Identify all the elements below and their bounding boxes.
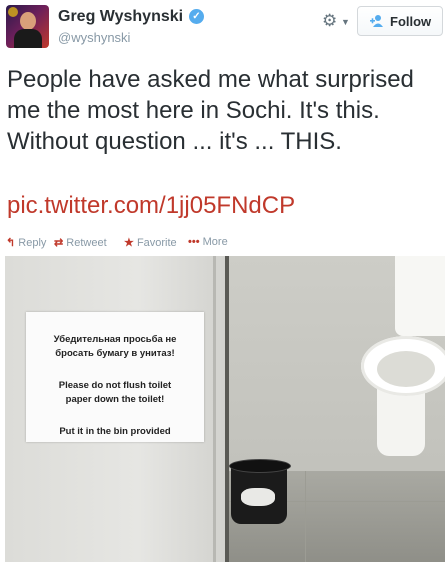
photo-bin-paper xyxy=(241,488,275,506)
chevron-down-icon: ▼ xyxy=(341,17,350,27)
photo-toilet-tank xyxy=(395,256,445,336)
reply-button[interactable]: ↰ Reply xyxy=(6,236,46,249)
floor-tile-line xyxy=(305,471,306,562)
star-icon: ★ xyxy=(124,237,134,249)
tweet-photo[interactable]: Убедительная просьба не бросать бумагу в… xyxy=(5,256,445,562)
retweet-label: Retweet xyxy=(66,237,107,249)
photo-sign: Убедительная просьба не бросать бумагу в… xyxy=(26,312,204,442)
favorite-label: Favorite xyxy=(136,237,177,249)
verified-icon: ✓ xyxy=(189,9,204,24)
sign-line-en-2: paper down the toilet! xyxy=(65,394,165,405)
sign-line-ru-2: бросать бумагу в унитаз! xyxy=(55,348,175,359)
ellipsis-icon: ••• xyxy=(188,236,200,248)
gear-icon: ⚙ xyxy=(322,11,338,30)
follow-label: Follow xyxy=(390,14,432,29)
photo-toilet-base xyxy=(377,386,425,456)
tweet-header: Greg Wyshynski ✓ @wyshynski ⚙ ▼ Follow xyxy=(0,0,448,58)
follow-button[interactable]: Follow xyxy=(357,6,443,36)
sign-line-ru-1: Убедительная просьба не xyxy=(53,334,177,345)
retweet-icon: ⇄ xyxy=(54,237,64,249)
tweet-text: People have asked me what surprised me t… xyxy=(7,66,414,155)
add-person-icon xyxy=(370,15,383,27)
sign-line-en-3: Put it in the bin provided xyxy=(59,426,171,437)
photo-toilet-bowl xyxy=(377,351,435,387)
more-label: More xyxy=(202,236,228,248)
photo-waste-bin-rim xyxy=(229,459,291,473)
retweet-button[interactable]: ⇄ Retweet xyxy=(54,236,107,249)
user-handle[interactable]: @wyshynski xyxy=(58,30,130,45)
user-name[interactable]: Greg Wyshynski xyxy=(58,8,183,26)
reply-label: Reply xyxy=(18,237,47,249)
reply-icon: ↰ xyxy=(6,237,16,249)
settings-button[interactable]: ⚙ ▼ xyxy=(322,11,350,30)
tweet-media-link[interactable]: pic.twitter.com/1jj05FNdCP xyxy=(7,192,295,220)
more-button[interactable]: ••• More xyxy=(188,236,228,248)
sign-line-en-1: Please do not flush toilet xyxy=(58,380,172,391)
favorite-button[interactable]: ★ Favorite xyxy=(124,236,177,249)
avatar[interactable] xyxy=(6,5,49,48)
photo-tile-seam xyxy=(213,256,216,562)
